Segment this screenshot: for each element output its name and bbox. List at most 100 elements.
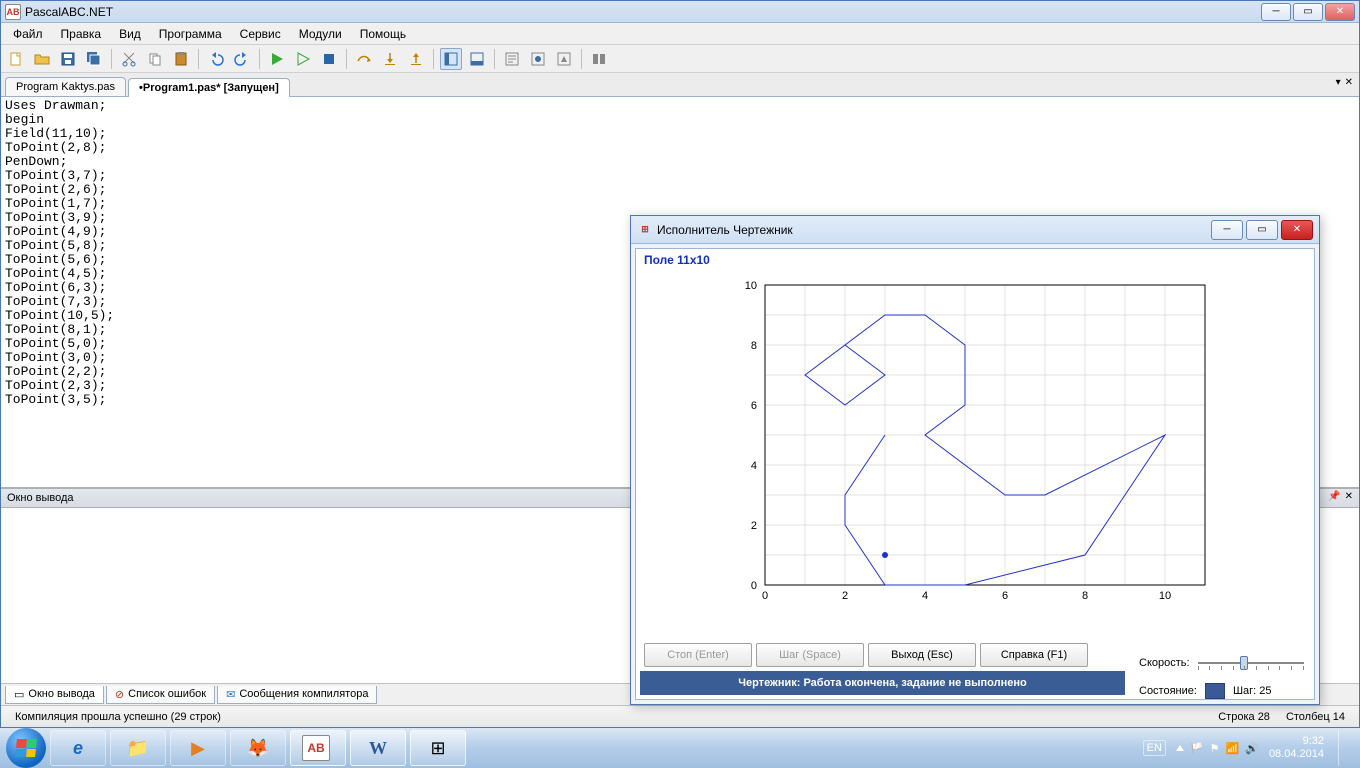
- show-desktop-button[interactable]: [1338, 730, 1348, 766]
- exit-button[interactable]: Выход (Esc): [868, 643, 976, 667]
- start-button[interactable]: [6, 728, 46, 768]
- stop-button[interactable]: Стоп (Enter): [644, 643, 752, 667]
- bottom-tab-output[interactable]: ▭ Окно вывода: [5, 686, 104, 704]
- task-media[interactable]: ▶: [170, 730, 226, 766]
- misc2-icon[interactable]: [527, 48, 549, 70]
- svg-text:8: 8: [1082, 590, 1088, 602]
- menu-help[interactable]: Помощь: [352, 25, 414, 43]
- misc4-icon[interactable]: [588, 48, 610, 70]
- action-center-icon[interactable]: ⚑: [1210, 742, 1220, 755]
- drawman-window[interactable]: ⊞ Исполнитель Чертежник ─ ▭ ✕ Поле 11x10…: [630, 215, 1320, 705]
- ide-titlebar[interactable]: AB PascalABC.NET ─ ▭ ✕: [1, 1, 1359, 23]
- misc3-icon[interactable]: [553, 48, 575, 70]
- media-icon: ▶: [191, 738, 205, 759]
- menu-file[interactable]: Файл: [5, 25, 51, 43]
- run2-icon[interactable]: [292, 48, 314, 70]
- run-icon[interactable]: [266, 48, 288, 70]
- system-tray: EN 🏳️ ⚑ 📶 🔊 9:32 08.04.2014: [1143, 730, 1354, 766]
- minimize-button[interactable]: ─: [1261, 3, 1291, 21]
- clock-time: 9:32: [1269, 735, 1324, 748]
- menu-modules[interactable]: Модули: [291, 25, 350, 43]
- maximize-button[interactable]: ▭: [1293, 3, 1323, 21]
- tab-kaktys[interactable]: Program Kaktys.pas: [5, 77, 126, 96]
- tab-dropdown-icon[interactable]: ▾: [1336, 77, 1341, 88]
- copy-icon[interactable]: [144, 48, 166, 70]
- panel1-icon[interactable]: [440, 48, 462, 70]
- drawman-controls: Стоп (Enter) Шаг (Space) Выход (Esc) Спр…: [636, 639, 1129, 671]
- svg-text:4: 4: [751, 460, 757, 472]
- saveall-icon[interactable]: [83, 48, 105, 70]
- task-word[interactable]: W: [350, 730, 406, 766]
- step-button[interactable]: Шаг (Space): [756, 643, 864, 667]
- svg-text:4: 4: [922, 590, 928, 602]
- task-pascal[interactable]: AB: [290, 730, 346, 766]
- help-button[interactable]: Справка (F1): [980, 643, 1088, 667]
- menu-edit[interactable]: Правка: [53, 25, 110, 43]
- redo-icon[interactable]: [231, 48, 253, 70]
- open-icon[interactable]: [31, 48, 53, 70]
- pascal-icon: AB: [302, 735, 330, 761]
- menu-program[interactable]: Программа: [151, 25, 230, 43]
- drawman-maximize-button[interactable]: ▭: [1246, 220, 1278, 240]
- drawman-minimize-button[interactable]: ─: [1211, 220, 1243, 240]
- speed-slider[interactable]: [1198, 653, 1304, 673]
- task-ie[interactable]: e: [50, 730, 106, 766]
- drawman-body: Поле 11x10 02468100246810 Стоп (Enter) Ш…: [635, 248, 1315, 700]
- output-panel-title: Окно вывода: [7, 492, 74, 504]
- task-drawman[interactable]: ⊞: [410, 730, 466, 766]
- svg-text:10: 10: [1159, 590, 1171, 602]
- bottom-tab-errors[interactable]: ⊘ Список ошибок: [106, 686, 215, 704]
- flag-icon[interactable]: 🏳️: [1190, 742, 1204, 755]
- task-firefox[interactable]: 🦊: [230, 730, 286, 766]
- network-icon[interactable]: 📶: [1226, 742, 1240, 755]
- ie-icon: e: [73, 738, 83, 759]
- status-bar: Компиляция прошла успешно (29 строк) Стр…: [1, 705, 1359, 727]
- clock[interactable]: 9:32 08.04.2014: [1269, 735, 1324, 761]
- bottom-tab-label: Окно вывода: [28, 688, 95, 700]
- new-icon[interactable]: [5, 48, 27, 70]
- step-value: Шаг: 25: [1233, 685, 1272, 697]
- volume-icon[interactable]: 🔊: [1245, 742, 1259, 755]
- stepout-icon[interactable]: [405, 48, 427, 70]
- cut-icon[interactable]: [118, 48, 140, 70]
- language-indicator[interactable]: EN: [1143, 740, 1166, 756]
- paste-icon[interactable]: [170, 48, 192, 70]
- undo-icon[interactable]: [205, 48, 227, 70]
- status-compile: Компиляция прошла успешно (29 строк): [7, 711, 229, 723]
- task-explorer[interactable]: 📁: [110, 730, 166, 766]
- firefox-icon: 🦊: [247, 738, 269, 759]
- menu-view[interactable]: Вид: [111, 25, 149, 43]
- state-label: Состояние:: [1139, 685, 1197, 697]
- menu-service[interactable]: Сервис: [232, 25, 289, 43]
- output-close-icon[interactable]: ✕: [1345, 491, 1353, 502]
- error-icon: ⊘: [115, 688, 124, 701]
- drawman-title: Исполнитель Чертежник: [657, 223, 1208, 237]
- drawman-icon: ⊞: [637, 222, 653, 238]
- drawman-close-button[interactable]: ✕: [1281, 220, 1313, 240]
- taskbar: e 📁 ▶ 🦊 AB W ⊞ EN 🏳️ ⚑ 📶 🔊 9:32 08.04.20…: [0, 728, 1360, 768]
- svg-text:6: 6: [751, 400, 757, 412]
- stop-icon[interactable]: [318, 48, 340, 70]
- save-icon[interactable]: [57, 48, 79, 70]
- close-button[interactable]: ✕: [1325, 3, 1355, 21]
- misc1-icon[interactable]: [501, 48, 523, 70]
- svg-text:2: 2: [751, 520, 757, 532]
- status-col: Столбец 14: [1278, 711, 1353, 723]
- msg-icon: ✉: [226, 688, 235, 701]
- word-icon: W: [369, 738, 387, 759]
- speed-label: Скорость:: [1139, 657, 1190, 669]
- svg-text:10: 10: [745, 280, 757, 292]
- panel2-icon[interactable]: [466, 48, 488, 70]
- drawman-status: Чертежник: Работа окончена, задание не в…: [640, 671, 1125, 695]
- tray-expand-icon[interactable]: [1176, 745, 1184, 751]
- toolbar: [1, 45, 1359, 73]
- output-pin-icon[interactable]: 📌: [1328, 491, 1340, 502]
- stepover-icon[interactable]: [353, 48, 375, 70]
- stepin-icon[interactable]: [379, 48, 401, 70]
- tab-program1[interactable]: •Program1.pas* [Запущен]: [128, 78, 290, 97]
- tab-close-icon[interactable]: ✕: [1345, 77, 1353, 88]
- svg-text:6: 6: [1002, 590, 1008, 602]
- bottom-tab-compiler[interactable]: ✉ Сообщения компилятора: [217, 686, 377, 704]
- drawman-titlebar[interactable]: ⊞ Исполнитель Чертежник ─ ▭ ✕: [631, 216, 1319, 244]
- bottom-tab-label: Список ошибок: [128, 688, 206, 700]
